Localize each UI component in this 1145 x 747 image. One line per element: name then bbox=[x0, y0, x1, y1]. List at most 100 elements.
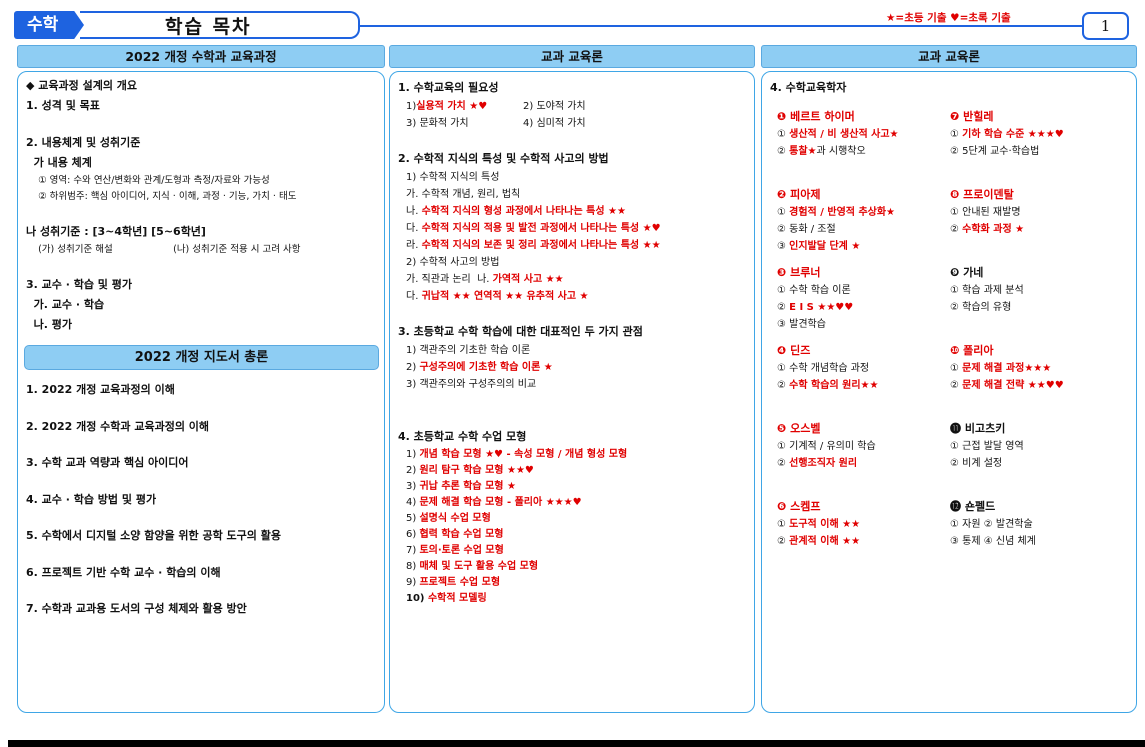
outline-line-highlight: 설명식 수업 모형 bbox=[419, 513, 491, 524]
outline-line-text: 10) bbox=[406, 593, 428, 604]
scholar-group: ❷ 피아제 ① 경험적 / 반영적 추상화★ ② 동화 / 조절 ③ 인지발달 단계 … bbox=[777, 186, 899, 264]
scholar-line: ① 학습 과제 분석 bbox=[950, 282, 1064, 299]
curriculum-line: 나 성취기준 : [3~4학년] [5~6학년] bbox=[26, 225, 206, 238]
scholar-name: ❼ 반힐레 bbox=[950, 110, 994, 123]
curriculum-line: 가. 교수 · 학습 bbox=[26, 298, 105, 311]
header-divider bbox=[360, 25, 1084, 27]
outline-line-text: 2) 수학적 사고의 방법 bbox=[406, 257, 500, 268]
scholar-name: ❷ 피아제 bbox=[777, 188, 821, 201]
curriculum-line: ◆ 교육과정 설계의 개요 bbox=[26, 79, 138, 92]
scholar-line: ① 안내된 재발명 bbox=[950, 204, 1064, 221]
scholar-name: ❺ 오스벨 bbox=[777, 422, 821, 435]
scholar-group: ⓬ 숀펠드 ① 자원 ② 발견학술 ③ 통제 ④ 신념 체계 bbox=[950, 498, 1064, 576]
scholar-line-highlight: 관계적 이해 ★★ bbox=[789, 536, 861, 547]
scholar-line-highlight: E I S ★★♥♥ bbox=[789, 302, 854, 313]
scholar-group: ❾ 가네 ① 학습 과제 분석 ② 학습의 유형 bbox=[950, 264, 1064, 342]
outline-line-text: 2) 도야적 가치 bbox=[523, 101, 586, 112]
scholar-line-text: ② bbox=[777, 458, 790, 469]
scholar-group: ❽ 프로이덴탈 ① 안내된 재발명 ② 수학화 과정 ★ bbox=[950, 186, 1064, 264]
scholar-line-text: ① 기계적 / 유의미 학습 bbox=[777, 441, 876, 452]
scholar-line: ② 5단계 교수·학습법 bbox=[950, 143, 1064, 160]
scholar-name: ❿ 폴리아 bbox=[950, 344, 994, 357]
scholar-line-highlight: 통찰★ bbox=[789, 146, 817, 157]
scholar-line-text: ② 동화 / 조절 bbox=[777, 224, 836, 235]
outline-line-text: 다. bbox=[406, 223, 422, 234]
outline-line: 1) 수학적 지식의 특성 bbox=[398, 169, 661, 186]
scholar-line-text: ③ 통제 ④ 신념 체계 bbox=[950, 536, 1036, 547]
outline-line-text: 4) 심미적 가치 bbox=[523, 118, 586, 129]
scholar-line-text: ② bbox=[950, 224, 963, 235]
outline-line: 1) 객관주의 기초한 학습 이론 bbox=[398, 342, 661, 359]
scholar-group: ❹ 딘즈 ① 수학 개념학습 과정 ② 수학 학습의 원리★★ bbox=[777, 342, 899, 420]
outline-line-highlight: 프로젝트 수업 모형 bbox=[419, 577, 501, 588]
guide-item: 6. 프로젝트 기반 수학 교수 · 학습의 이해 bbox=[26, 565, 221, 579]
outline-line-highlight: 개념 학습 모형 ★♥ - 속성 모형 / 개념 형성 모형 bbox=[419, 449, 628, 460]
curriculum-line: 1. 성격 및 목표 bbox=[26, 99, 100, 112]
column-header-pedagogy-1: 교과 교육론 bbox=[389, 45, 755, 68]
outline-line: 다. 귀납적 ★★ 연역적 ★★ 유추적 사고 ★ bbox=[398, 288, 661, 305]
outline-line: 다. 수학적 지식의 적용 및 발전 과정에서 나타나는 특성 ★♥ bbox=[398, 220, 661, 237]
scholar-line-highlight: 생산적 / 비 생산적 사고★ bbox=[789, 129, 899, 140]
scholar-line-text: ① 근접 발달 영역 bbox=[950, 441, 1024, 452]
page-number: 1 bbox=[1082, 12, 1129, 40]
outline-line-left: 1) 실용적 가치 ★♥ bbox=[406, 98, 523, 115]
scholar-line: ② 통찰★과 시행착오 bbox=[777, 143, 899, 160]
scholar-line-highlight: 문제 해결 과정★★★ bbox=[962, 363, 1052, 374]
scholar-line-highlight: 도구적 이해 ★★ bbox=[789, 519, 861, 530]
guide-item: 7. 수학과 교과용 도서의 구성 체제와 활용 방안 bbox=[26, 602, 247, 615]
outline-line-text: 가. 수학적 개념, 원리, 법칙 bbox=[406, 189, 521, 200]
scholar-name: ❶ 베르트 하이머 bbox=[777, 110, 855, 123]
outline-line-highlight: 가역적 사고 ★★ bbox=[492, 274, 564, 285]
curriculum-line bbox=[26, 116, 301, 133]
scholar-line: ② 문제 해결 전략 ★★♥♥ bbox=[950, 377, 1064, 394]
scholar-line: ① 자원 ② 발견학술 bbox=[950, 516, 1064, 533]
guide-item: 5. 수학에서 디지털 소양 함양을 위한 공학 도구의 활용 bbox=[26, 529, 281, 542]
outline-line-highlight: 원리 탐구 학습 모형 ★★♥ bbox=[419, 465, 534, 476]
outline-line-text: 2) bbox=[406, 362, 420, 373]
curriculum-outline: ◆ 교육과정 설계의 개요 1. 성격 및 목표 2. 내용체계 및 성취기준 가… bbox=[26, 76, 301, 335]
section-title: 3. 초등학교 수학 학습에 대한 대표적인 두 가지 관점 bbox=[398, 325, 643, 338]
scholar-line-highlight: 기하 학습 수준 ★★★♥ bbox=[962, 129, 1064, 140]
outline-line: 가. 수학적 개념, 원리, 법칙 bbox=[398, 186, 661, 203]
outline-line-text: 3) 객관주의와 구성주의의 비교 bbox=[406, 379, 537, 390]
column-header-curriculum: 2022 개정 수학과 교육과정 bbox=[17, 45, 385, 68]
scholar-line: ② E I S ★★♥♥ bbox=[777, 299, 899, 316]
section-title: 2. 수학적 지식의 특성 및 수학적 사고의 방법 bbox=[398, 152, 609, 165]
curriculum-line: 가 내용 체계 bbox=[26, 156, 92, 169]
outline-line-highlight: 수학적 지식의 적용 및 발전 과정에서 나타나는 특성 ★♥ bbox=[421, 223, 661, 234]
scholar-line-text: ① 수학 학습 이론 bbox=[777, 285, 851, 296]
column-header-pedagogy-2: 교과 교육론 bbox=[761, 45, 1137, 68]
scholar-line-text: ① bbox=[777, 519, 790, 530]
outline-line-text: 8) bbox=[406, 561, 420, 572]
outline-line-highlight: 실용적 가치 ★♥ bbox=[416, 101, 488, 112]
curriculum-line: ① 영역: 수와 연산/변화와 관계/도형과 측정/자료와 가능성 bbox=[26, 175, 270, 186]
scholar-group: ❸ 브루너 ① 수학 학습 이론 ② E I S ★★♥♥ ③ 발견학습 bbox=[777, 264, 899, 342]
outline-line-text: 1) 객관주의 기초한 학습 이론 bbox=[406, 345, 531, 356]
outline-line: 7) 토의·토론 수업 모형 bbox=[398, 543, 661, 559]
bottom-bar bbox=[8, 740, 1145, 747]
scholar-line: ③ 인지발달 단계 ★ bbox=[777, 238, 899, 255]
scholar-line: ① 근접 발달 영역 bbox=[950, 438, 1064, 455]
scholar-line-highlight: 경험적 / 반영적 추상화★ bbox=[789, 207, 896, 218]
scholar-group: ⓫ 비고츠키 ① 근접 발달 영역 ② 비계 설정 bbox=[950, 420, 1064, 498]
scholar-name: ❻ 스켐프 bbox=[777, 500, 821, 513]
scholars-title: 4. 수학교육학자 bbox=[770, 81, 847, 94]
outline-line-text: 가. 직관과 논리 나. bbox=[406, 274, 493, 285]
outline-line: 2) 원리 탐구 학습 모형 ★★♥ bbox=[398, 463, 661, 479]
scholar-line: ① 수학 개념학습 과정 bbox=[777, 360, 899, 377]
scholar-line-highlight: 선행조직자 원리 bbox=[789, 458, 858, 469]
scholar-line: ① 기계적 / 유의미 학습 bbox=[777, 438, 899, 455]
outline-line-highlight: 토의·토론 수업 모형 bbox=[419, 545, 504, 556]
scholar-line: ① 생산적 / 비 생산적 사고★ bbox=[777, 126, 899, 143]
guide-item: 1. 2022 개정 교육과정의 이해 bbox=[26, 383, 175, 396]
outline-line-text: 1) bbox=[406, 101, 417, 112]
scholar-line-text: ① 학습 과제 분석 bbox=[950, 285, 1024, 296]
scholar-group: ❺ 오스벨 ① 기계적 / 유의미 학습 ② 선행조직자 원리 bbox=[777, 420, 899, 498]
scholar-line-text: ① 자원 ② 발견학술 bbox=[950, 519, 1033, 530]
scholar-name: ⓫ 비고츠키 bbox=[950, 422, 1006, 435]
scholar-group: ❶ 베르트 하이머 ① 생산적 / 비 생산적 사고★ ② 통찰★과 시행착오 bbox=[777, 108, 899, 186]
outline-line-text: 3) 문화적 가치 bbox=[406, 118, 469, 129]
